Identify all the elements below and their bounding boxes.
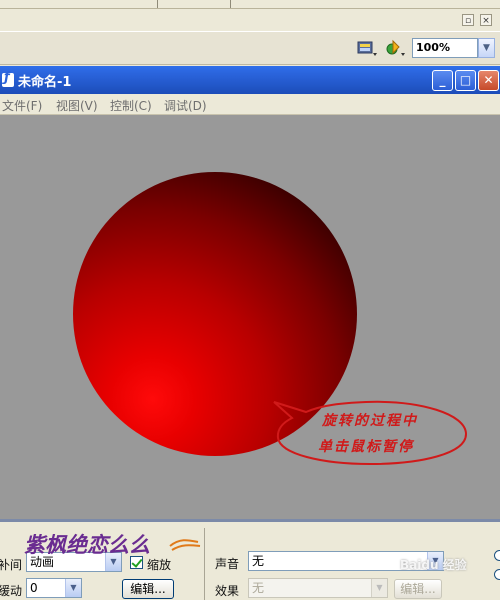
watermark: 紫枫绝恋么么 xyxy=(22,528,202,560)
callout-line-2: 单击鼠标暂停 xyxy=(318,439,414,455)
top-strip xyxy=(0,0,500,9)
zoom-input[interactable]: 100% xyxy=(412,38,478,58)
timeline-toolbar: 100% ▼ xyxy=(0,31,500,65)
flash-doc-icon xyxy=(2,70,14,87)
ease-label: 缓动 xyxy=(0,584,23,598)
minimize-icon[interactable]: _ xyxy=(432,70,453,91)
radio-button[interactable] xyxy=(494,569,500,580)
menu-debug[interactable]: 调试(D) xyxy=(164,97,207,114)
close-icon[interactable]: ✕ xyxy=(478,70,499,91)
menu-control[interactable]: 控制(C) xyxy=(110,97,152,114)
callout-line-1: 旋转的过程中 xyxy=(322,413,418,429)
ease-input[interactable]: 0 ▼ xyxy=(26,578,82,598)
edit-button[interactable]: 编辑... xyxy=(122,579,174,599)
zoom-dropdown-arrow-icon[interactable]: ▼ xyxy=(478,38,495,58)
maximize-icon[interactable]: □ xyxy=(455,70,476,91)
effect-value: 无 xyxy=(252,581,265,595)
menu-view[interactable]: 视图(V) xyxy=(56,97,98,114)
baidu-watermark: Baidu 经验 xyxy=(400,558,467,572)
sound-value: 无 xyxy=(252,554,265,568)
menu-bar: 文件(F) 视图(V) 控制(C) 调试(D) xyxy=(0,94,500,115)
panel-close-icon[interactable]: × xyxy=(480,14,492,26)
effect-edit-button[interactable]: 编辑... xyxy=(394,579,442,599)
sound-label: 声音 xyxy=(215,557,240,571)
panel-header-row: ▫ × xyxy=(0,9,500,31)
symbol-icon[interactable] xyxy=(384,38,406,58)
stage[interactable]: 旋转的过程中 单击鼠标暂停 xyxy=(0,115,500,519)
menu-file[interactable]: 文件(F) xyxy=(2,97,42,114)
chevron-down-icon: ▼ xyxy=(65,579,81,597)
watermark-text: 紫枫绝恋么么 xyxy=(24,532,150,557)
tween-label: 补间 xyxy=(0,558,23,572)
effect-select[interactable]: 无 ▼ xyxy=(248,578,388,598)
scene-icon[interactable] xyxy=(356,38,378,58)
window-title: 未命名-1 xyxy=(18,75,72,90)
chevron-down-icon: ▼ xyxy=(371,579,387,597)
effect-label: 效果 xyxy=(215,584,240,598)
ease-value: 0 xyxy=(30,581,38,595)
panel-options-icon[interactable]: ▫ xyxy=(462,14,474,26)
callout-bubble: 旋转的过程中 单击鼠标暂停 xyxy=(270,396,470,466)
radio-button[interactable] xyxy=(494,550,500,561)
window-titlebar[interactable]: 未命名-1 _ □ ✕ xyxy=(0,66,500,94)
